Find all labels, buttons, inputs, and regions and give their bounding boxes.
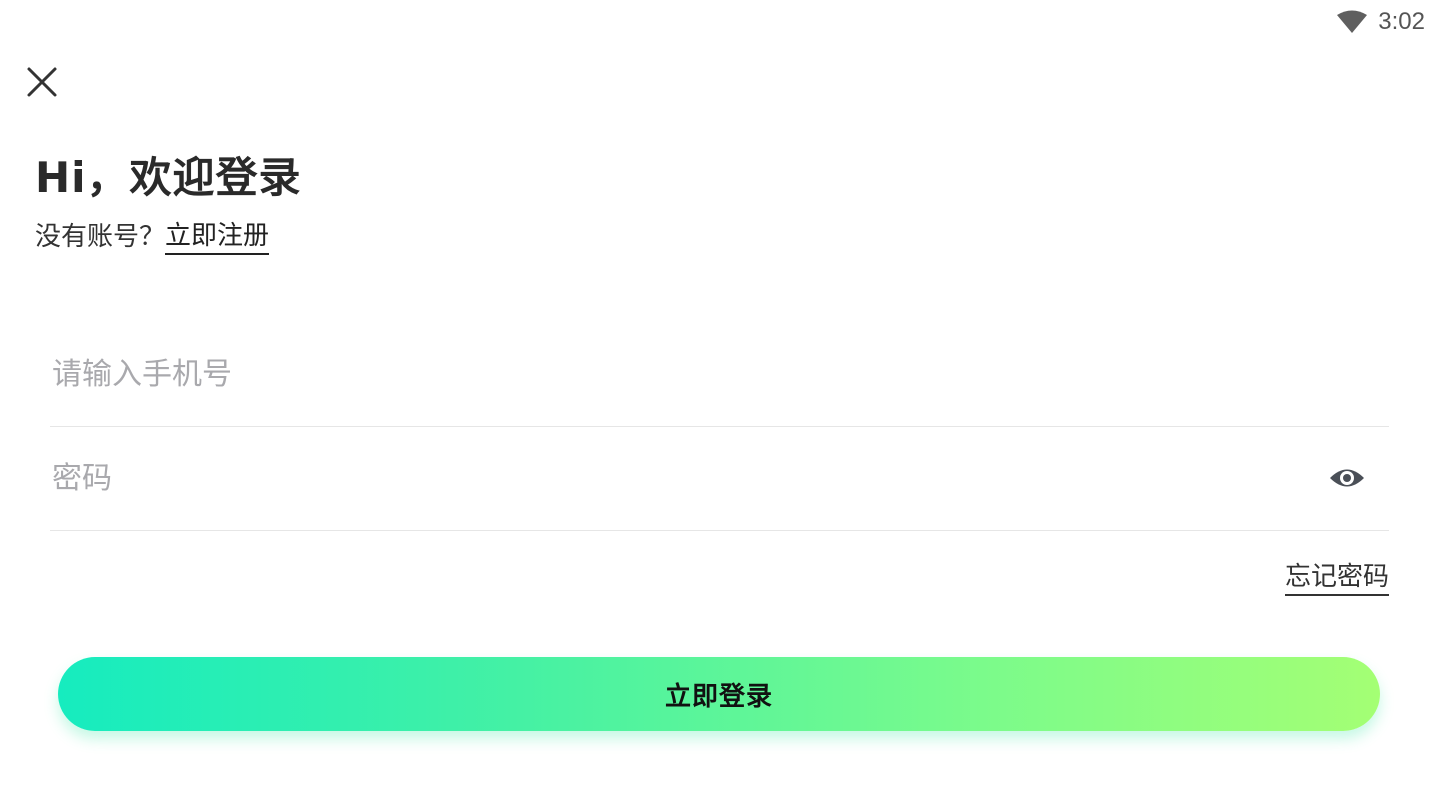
phone-input[interactable]	[52, 356, 1252, 392]
password-field	[50, 426, 1389, 531]
status-time: 3:02	[1378, 8, 1425, 35]
register-link[interactable]: 立即注册	[165, 219, 270, 255]
register-row: 没有账号？ 立即注册	[35, 218, 270, 256]
login-button[interactable]: 立即登录	[58, 657, 1380, 731]
phone-field	[50, 322, 1389, 427]
close-button[interactable]	[22, 62, 62, 102]
eye-icon[interactable]	[1329, 460, 1365, 496]
status-bar: 3:02	[1336, 0, 1440, 44]
password-input[interactable]	[52, 460, 1252, 496]
register-prompt: 没有账号？	[35, 222, 166, 252]
wifi-icon	[1337, 10, 1368, 33]
close-icon	[27, 67, 57, 97]
page-title: Hi，欢迎登录	[35, 153, 302, 202]
forgot-password-link[interactable]: 忘记密码	[1284, 560, 1389, 596]
